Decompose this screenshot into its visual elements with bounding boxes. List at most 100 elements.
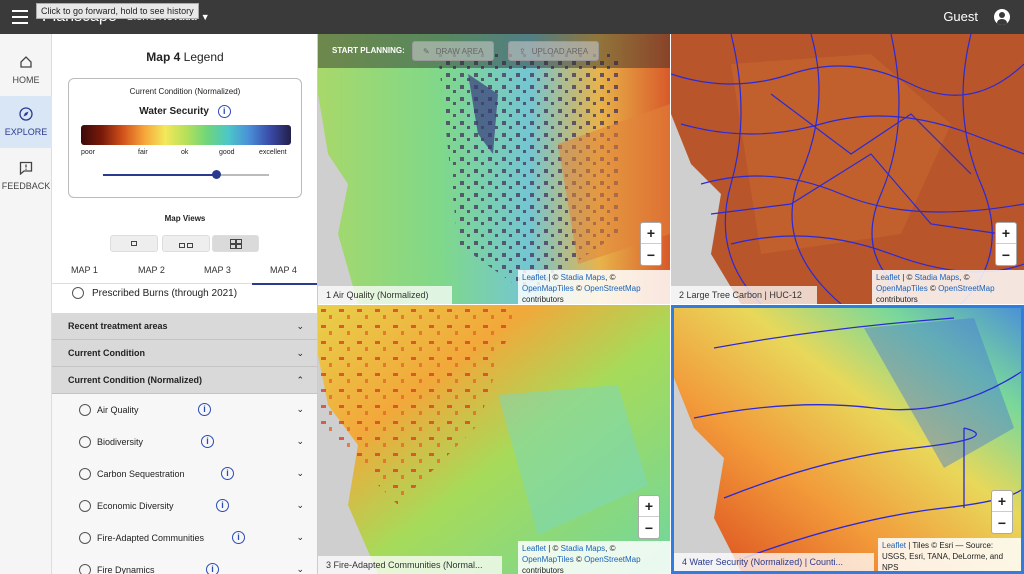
layer-row-air-quality[interactable]: Air Quality i ⌄ [52, 394, 317, 426]
map-3-attribution: Leaflet | © Stadia Maps, © OpenMapTiles … [518, 541, 670, 574]
chevron-down-icon[interactable]: ⌄ [296, 532, 304, 543]
info-icon[interactable]: i [206, 563, 219, 574]
layer-radio[interactable] [79, 468, 91, 480]
map-tabs: MAP 1 MAP 2 MAP 3 MAP 4 [52, 262, 317, 285]
map-panel-1[interactable]: + − Leaflet | © Stadia Maps, © OpenMapTi… [318, 34, 670, 304]
map-1-attribution: Leaflet | © Stadia Maps, © OpenMapTiles … [518, 270, 670, 304]
chevron-down-icon[interactable]: ⌄ [296, 436, 304, 447]
view-single-button[interactable] [110, 235, 158, 252]
osm-link[interactable]: OpenStreetMap [584, 555, 640, 564]
zoom-out-button[interactable]: − [992, 512, 1012, 533]
legend-card: Current Condition (Normalized) Water Sec… [68, 78, 302, 198]
scale-label-excellent: excellent [259, 149, 287, 156]
openmaptiles-link[interactable]: OpenMapTiles [522, 284, 574, 293]
zoom-out-button[interactable]: − [996, 244, 1016, 265]
leaflet-link[interactable]: Leaflet [522, 544, 546, 553]
zoom-in-button[interactable]: + [996, 223, 1016, 244]
tab-map-3[interactable]: MAP 3 [204, 265, 231, 275]
layer-row-fire-dynamics[interactable]: Fire Dynamics i ⌄ [52, 554, 317, 574]
view-quad-button[interactable] [212, 235, 259, 252]
nav-home[interactable]: HOME [0, 44, 52, 96]
map-3-label: 3 Fire-Adapted Communities (Normal... [318, 556, 502, 574]
zoom-in-button[interactable]: + [992, 491, 1012, 512]
opacity-slider-handle[interactable] [211, 170, 221, 179]
draw-area-button[interactable]: ✎ DRAW AREA [412, 41, 495, 61]
upload-area-button[interactable]: ⇪ UPLOAD AREA [508, 41, 600, 61]
contributors-text: contributors [876, 295, 918, 304]
layer-radio[interactable] [79, 436, 91, 448]
layer-label: Fire-Adapted Communities [97, 533, 205, 543]
layer-row-economic-diversity[interactable]: Economic Diversity i ⌄ [52, 490, 317, 522]
opacity-slider-fill [103, 174, 216, 176]
nav-feedback[interactable]: FEEDBACK [0, 150, 52, 202]
tab-map-4[interactable]: MAP 4 [270, 265, 297, 275]
chevron-down-icon[interactable]: ⌄ [296, 404, 304, 415]
chevron-down-icon[interactable]: ⌄ [296, 468, 304, 479]
map-panel-3[interactable]: + − Leaflet | © Stadia Maps, © OpenMapTi… [318, 305, 670, 574]
color-scale-bar [81, 125, 291, 145]
openmaptiles-link[interactable]: OpenMapTiles [876, 284, 928, 293]
draw-icon: ✎ [423, 46, 430, 56]
info-icon[interactable]: i [216, 499, 229, 512]
layer-row-biodiversity[interactable]: Biodiversity i ⌄ [52, 426, 317, 458]
section-current-condition-normalized[interactable]: Current Condition (Normalized) ⌃ [52, 367, 317, 394]
compass-icon [19, 107, 33, 121]
info-icon[interactable]: i [217, 105, 231, 118]
account-icon[interactable] [994, 9, 1010, 25]
layer-radio[interactable] [79, 500, 91, 512]
map-panel-2[interactable]: + − Leaflet | © Stadia Maps, © OpenMapTi… [671, 34, 1024, 304]
layer-radio[interactable] [79, 564, 91, 574]
zoom-out-button[interactable]: − [641, 244, 661, 265]
chevron-up-icon: ⌃ [296, 375, 304, 385]
tab-map-2[interactable]: MAP 2 [138, 265, 165, 275]
layer-radio[interactable] [79, 532, 91, 544]
view-double-button[interactable] [162, 235, 210, 252]
layer-row-carbon-sequestration[interactable]: Carbon Sequestration i ⌄ [52, 458, 317, 490]
section-recent-treatment[interactable]: Recent treatment areas ⌄ [52, 313, 317, 340]
chevron-down-icon: ⌄ [296, 348, 304, 358]
scale-label-ok: ok [181, 149, 189, 156]
legend-subtitle: Current Condition (Normalized) [129, 87, 241, 96]
openmaptiles-link[interactable]: OpenMapTiles [522, 555, 574, 564]
info-icon[interactable]: i [232, 531, 245, 544]
map-panel-4[interactable]: + − Leaflet | Tiles © Esri — Source: USG… [671, 305, 1024, 574]
menu-icon[interactable] [12, 10, 28, 24]
legend-title-map: Map 4 [146, 50, 181, 64]
prescribed-burns-radio[interactable] [72, 287, 84, 299]
layer-label: Air Quality [97, 405, 139, 415]
section-current-condition[interactable]: Current Condition ⌄ [52, 340, 317, 367]
chevron-down-icon[interactable]: ⌄ [296, 500, 304, 511]
layer-radio[interactable] [79, 404, 91, 416]
nav-explore[interactable]: EXPLORE [0, 96, 52, 148]
feedback-icon [19, 161, 33, 175]
stadia-link[interactable]: Stadia Maps [561, 273, 605, 282]
layer-row-fire-adapted-communities[interactable]: Fire-Adapted Communities i ⌄ [52, 522, 317, 554]
upload-icon: ⇪ [519, 46, 526, 56]
osm-link[interactable]: OpenStreetMap [584, 284, 640, 293]
zoom-in-button[interactable]: + [641, 223, 661, 244]
map-4-attribution: Leaflet | Tiles © Esri — Source: USGS, E… [878, 538, 1021, 571]
user-name: Guest [943, 9, 978, 24]
zoom-in-button[interactable]: + [639, 496, 659, 517]
chevron-down-icon: ⌄ [296, 321, 304, 331]
info-icon[interactable]: i [221, 467, 234, 480]
stadia-link[interactable]: Stadia Maps [915, 273, 959, 282]
leaflet-link[interactable]: Leaflet [882, 541, 906, 550]
section-label: Current Condition [68, 348, 145, 358]
chevron-down-icon[interactable]: ⌄ [296, 564, 304, 574]
section-label: Current Condition (Normalized) [68, 375, 202, 385]
tab-map-1[interactable]: MAP 1 [71, 265, 98, 275]
prescribed-burns-option[interactable]: Prescribed Burns (through 2021) [72, 287, 237, 299]
stadia-link[interactable]: Stadia Maps [561, 544, 605, 553]
info-icon[interactable]: i [201, 435, 214, 448]
zoom-out-button[interactable]: − [639, 517, 659, 538]
info-icon[interactable]: i [198, 403, 211, 416]
leaflet-link[interactable]: Leaflet [522, 273, 546, 282]
nav-rail: HOME EXPLORE FEEDBACK [0, 34, 52, 574]
osm-link[interactable]: OpenStreetMap [938, 284, 994, 293]
nav-home-label: HOME [12, 75, 40, 85]
nav-explore-label: EXPLORE [4, 127, 48, 137]
leaflet-link[interactable]: Leaflet [876, 273, 900, 282]
map-3-raster [318, 305, 670, 574]
legend-title-rest: Legend [183, 50, 224, 64]
